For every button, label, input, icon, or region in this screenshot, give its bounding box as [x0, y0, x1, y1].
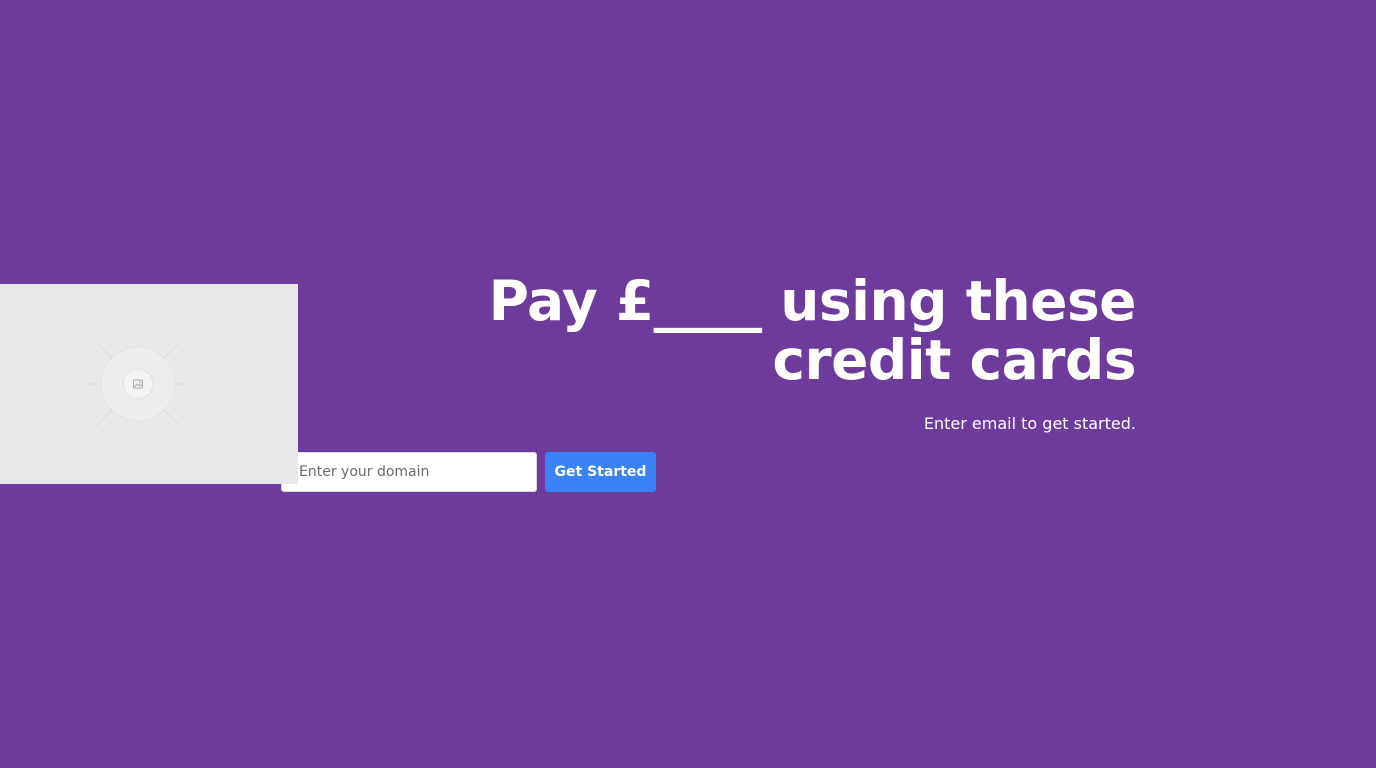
domain-input[interactable] [281, 452, 537, 492]
image-placeholder-graphic [88, 341, 188, 427]
get-started-button[interactable]: Get Started [545, 452, 656, 492]
hero-subtext: Enter email to get started. [923, 414, 1136, 433]
hero-image-placeholder [0, 284, 298, 484]
hero-heading: Pay £____ using these credit cards [488, 269, 1137, 392]
